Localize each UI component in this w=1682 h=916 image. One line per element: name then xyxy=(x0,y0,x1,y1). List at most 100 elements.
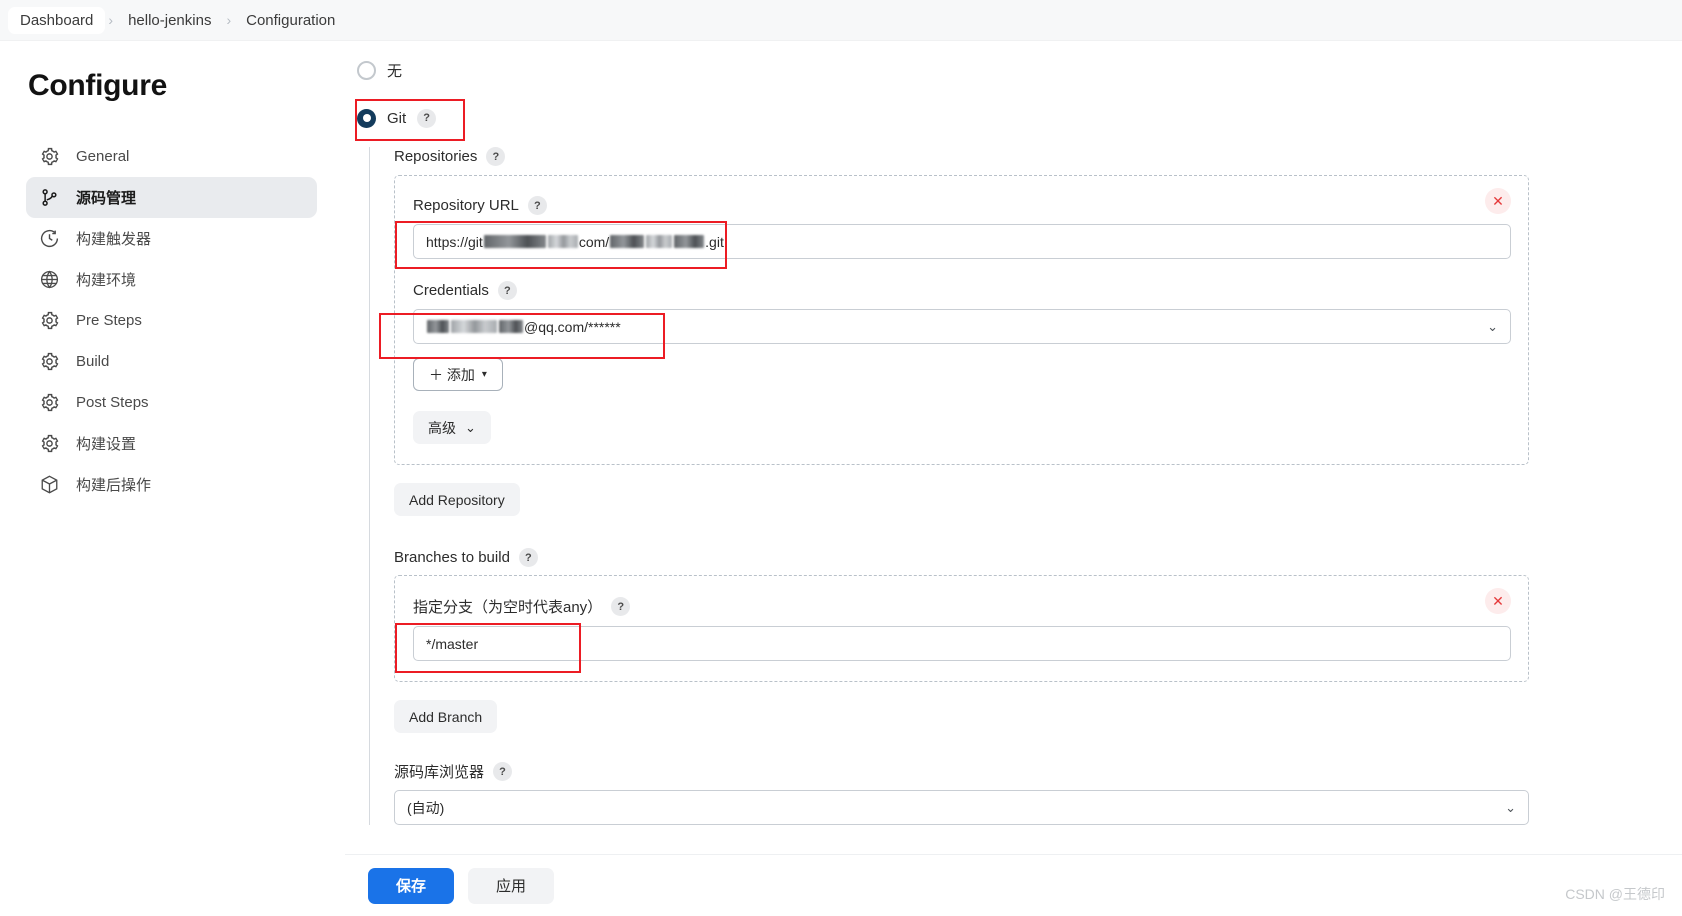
gear-icon xyxy=(38,433,60,455)
repositories-label: Repositories xyxy=(394,148,478,165)
sidebar-item-label: Pre Steps xyxy=(76,312,142,329)
sidebar-item-label: Post Steps xyxy=(76,394,149,411)
credentials-label-row: Credentials ? xyxy=(413,281,1510,300)
repository-url-mid: com/ xyxy=(578,233,610,250)
repository-browser-select[interactable]: (自动) ⌄ xyxy=(394,790,1529,825)
add-branch-button[interactable]: Add Branch xyxy=(394,700,498,733)
repository-url-prefix: https://git xyxy=(426,233,483,250)
add-credential-label: ＋ 添加 xyxy=(429,366,475,383)
redaction-block xyxy=(427,320,449,333)
repository-browser-value: (自动) xyxy=(407,799,445,816)
credentials-select[interactable]: @qq.com/****** ⌄ xyxy=(413,309,1511,344)
add-repository-label: Add Repository xyxy=(409,491,505,508)
repository-card: ✕ Repository URL ? https://git com/ .git C… xyxy=(394,175,1529,465)
radio-git[interactable] xyxy=(357,108,376,128)
help-icon[interactable]: ? xyxy=(527,196,547,215)
globe-icon xyxy=(38,269,60,291)
help-icon[interactable]: ? xyxy=(493,762,513,781)
page-title: Configure xyxy=(28,69,167,102)
redaction-block xyxy=(610,235,645,248)
sidebar-item-4[interactable]: 构建环境 xyxy=(26,259,317,300)
breadcrumb-item-configuration[interactable]: Configuration xyxy=(234,7,347,34)
repositories-section: Repositories ? ✕ Repository URL ? https:… xyxy=(369,147,1682,825)
sidebar-item-label: 源码管理 xyxy=(76,190,137,207)
sidebar-item-2[interactable]: 源码管理 xyxy=(26,177,317,218)
advanced-toggle-button[interactable]: 高级 ⌄ xyxy=(413,411,491,444)
sidebar-item-1[interactable]: General xyxy=(26,136,317,177)
chevron-down-icon: ⌄ xyxy=(1487,318,1498,334)
chevron-down-icon: ⌄ xyxy=(1505,799,1516,815)
branch-specifier-label-row: 指定分支（为空时代表any） ? xyxy=(413,596,1510,617)
scm-option-git[interactable]: Git ? xyxy=(345,101,1682,135)
gear-icon xyxy=(38,392,60,414)
branches-label: Branches to build xyxy=(394,549,510,566)
sidebar-item-8[interactable]: 构建设置 xyxy=(26,423,317,464)
credentials-value-suffix: @qq.com/****** xyxy=(524,318,621,335)
gear-icon xyxy=(38,310,60,332)
chevron-down-icon: ⌄ xyxy=(465,419,476,435)
repository-url-suffix: .git xyxy=(705,233,724,250)
add-repository-button[interactable]: Add Repository xyxy=(394,483,520,516)
delete-repository-button[interactable]: ✕ xyxy=(1485,188,1511,214)
sidebar-item-label: General xyxy=(76,148,130,165)
sidebar: Configure General 源码管理构建触发器构建环境 Pre Steps B… xyxy=(0,41,345,916)
repository-browser-label: 源码库浏览器 xyxy=(394,764,485,781)
redaction-block xyxy=(451,320,497,333)
breadcrumb: Dashboard › hello-jenkins › Configuratio… xyxy=(0,0,1682,41)
caret-down-icon: ▾ xyxy=(481,369,487,380)
breadcrumb-item-dashboard[interactable]: Dashboard xyxy=(8,6,106,34)
repositories-label-row: Repositories ? xyxy=(394,147,1682,166)
sidebar-item-label: 构建设置 xyxy=(76,436,137,453)
add-repository-row: Add Repository xyxy=(394,483,1682,516)
help-icon[interactable]: ? xyxy=(486,147,506,166)
footer-actions: 保存 应用 CSDN @王德印 xyxy=(345,854,1682,916)
radio-none[interactable] xyxy=(357,60,376,80)
gear-icon xyxy=(38,146,60,168)
redaction-block xyxy=(499,320,523,333)
branches-label-row: Branches to build ? xyxy=(394,548,1682,567)
redaction-block xyxy=(483,235,546,248)
sidebar-item-label: 构建触发器 xyxy=(76,231,152,248)
sidebar-item-9[interactable]: 构建后操作 xyxy=(26,464,317,505)
sidebar-item-label: Build xyxy=(76,353,110,370)
add-branch-label: Add Branch xyxy=(409,708,483,725)
branch-specifier-value: */master xyxy=(426,635,479,652)
add-branch-row: Add Branch xyxy=(394,700,1682,733)
branch-specifier-label: 指定分支（为空时代表any） xyxy=(413,599,603,616)
sidebar-item-5[interactable]: Pre Steps xyxy=(26,300,317,341)
main-content: 无 Git ? Repositories ? ✕ Repository URL … xyxy=(345,41,1682,916)
sidebar-item-label: 构建后操作 xyxy=(76,477,152,494)
repository-url-label: Repository URL xyxy=(413,197,519,214)
help-icon[interactable]: ? xyxy=(417,108,437,128)
help-icon[interactable]: ? xyxy=(497,281,517,300)
delete-branch-button[interactable]: ✕ xyxy=(1485,588,1511,614)
credentials-label: Credentials xyxy=(413,282,489,299)
help-icon[interactable]: ? xyxy=(611,597,631,616)
breadcrumb-separator: › xyxy=(226,12,232,28)
scm-option-none-label: 无 xyxy=(387,62,403,80)
add-credential-button[interactable]: ＋ 添加 ▾ xyxy=(413,358,503,391)
package-icon xyxy=(38,474,60,496)
sidebar-item-label: 构建环境 xyxy=(76,272,137,289)
breadcrumb-item-job[interactable]: hello-jenkins xyxy=(116,7,223,34)
sidebar-item-7[interactable]: Post Steps xyxy=(26,382,317,423)
save-button[interactable]: 保存 xyxy=(368,867,454,904)
apply-button[interactable]: 应用 xyxy=(468,867,554,904)
sidebar-item-6[interactable]: Build xyxy=(26,341,317,382)
watermark: CSDN @王德印 xyxy=(1565,886,1665,902)
sidebar-nav: General 源码管理构建触发器构建环境 Pre Steps Build Post S… xyxy=(26,136,317,505)
branch-card: ✕ 指定分支（为空时代表any） ? */master xyxy=(394,575,1529,682)
clock-icon xyxy=(38,228,60,250)
advanced-row: 高级 ⌄ xyxy=(413,411,1510,444)
repository-url-label-row: Repository URL ? xyxy=(413,196,1510,215)
sidebar-item-3[interactable]: 构建触发器 xyxy=(26,218,317,259)
repository-url-input[interactable]: https://git com/ .git xyxy=(413,224,1511,259)
help-icon[interactable]: ? xyxy=(518,548,538,567)
source-branch-icon xyxy=(38,187,60,209)
redaction-block xyxy=(674,235,705,248)
scm-option-git-label: Git xyxy=(387,109,407,127)
redaction-block xyxy=(547,235,578,248)
branch-specifier-input[interactable]: */master xyxy=(413,626,1511,661)
gear-icon xyxy=(38,351,60,373)
scm-option-none[interactable]: 无 xyxy=(345,53,1682,87)
